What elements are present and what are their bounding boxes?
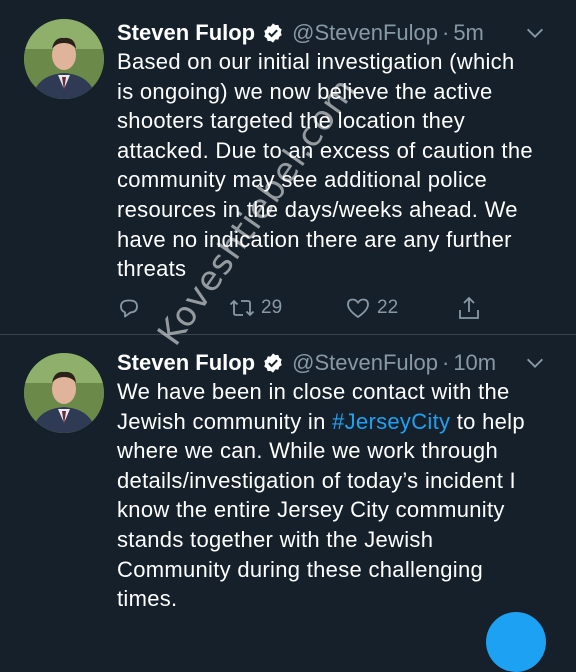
like-button[interactable]: 22	[345, 293, 398, 323]
reply-icon	[117, 296, 141, 320]
chevron-down-icon[interactable]	[524, 22, 546, 44]
timestamp[interactable]: 5m	[453, 18, 484, 48]
avatar[interactable]	[24, 353, 104, 433]
avatar[interactable]	[24, 19, 104, 99]
tweet-actions: 29 22	[117, 293, 497, 323]
verified-badge-icon	[262, 352, 284, 374]
separator-dot: ·	[441, 350, 450, 375]
hashtag-link[interactable]: #JerseyCity	[332, 409, 450, 434]
handle[interactable]: @StevenFulop	[292, 18, 438, 48]
retweet-button[interactable]: 29	[229, 293, 282, 323]
share-button[interactable]	[457, 293, 481, 323]
reply-button[interactable]	[117, 293, 141, 323]
tweet-text: We have been in close contact with the J…	[117, 377, 567, 614]
retweet-count: 29	[261, 297, 283, 318]
like-icon	[345, 296, 371, 320]
tweet-header: Steven Fulop @StevenFulop · 5m	[117, 18, 546, 48]
verified-badge-icon	[262, 22, 284, 44]
tweet-text: Based on our initial investigation (whic…	[117, 49, 533, 282]
handle[interactable]: @StevenFulop	[292, 348, 438, 378]
share-icon	[457, 295, 481, 321]
tweet-text-part: to help where we can. While we work thro…	[117, 408, 525, 612]
display-name[interactable]: Steven Fulop	[117, 348, 255, 378]
chevron-down-icon[interactable]	[524, 352, 546, 374]
tweet-header: Steven Fulop @StevenFulop · 10m	[117, 348, 546, 378]
like-count: 22	[377, 297, 399, 318]
compose-tweet-button[interactable]	[486, 612, 546, 672]
tweet[interactable]: Steven Fulop @StevenFulop · 5m Based on …	[0, 0, 576, 335]
display-name[interactable]: Steven Fulop	[117, 18, 255, 48]
timestamp[interactable]: 10m	[453, 348, 496, 378]
separator-dot: ·	[441, 20, 450, 45]
retweet-icon	[229, 296, 255, 320]
